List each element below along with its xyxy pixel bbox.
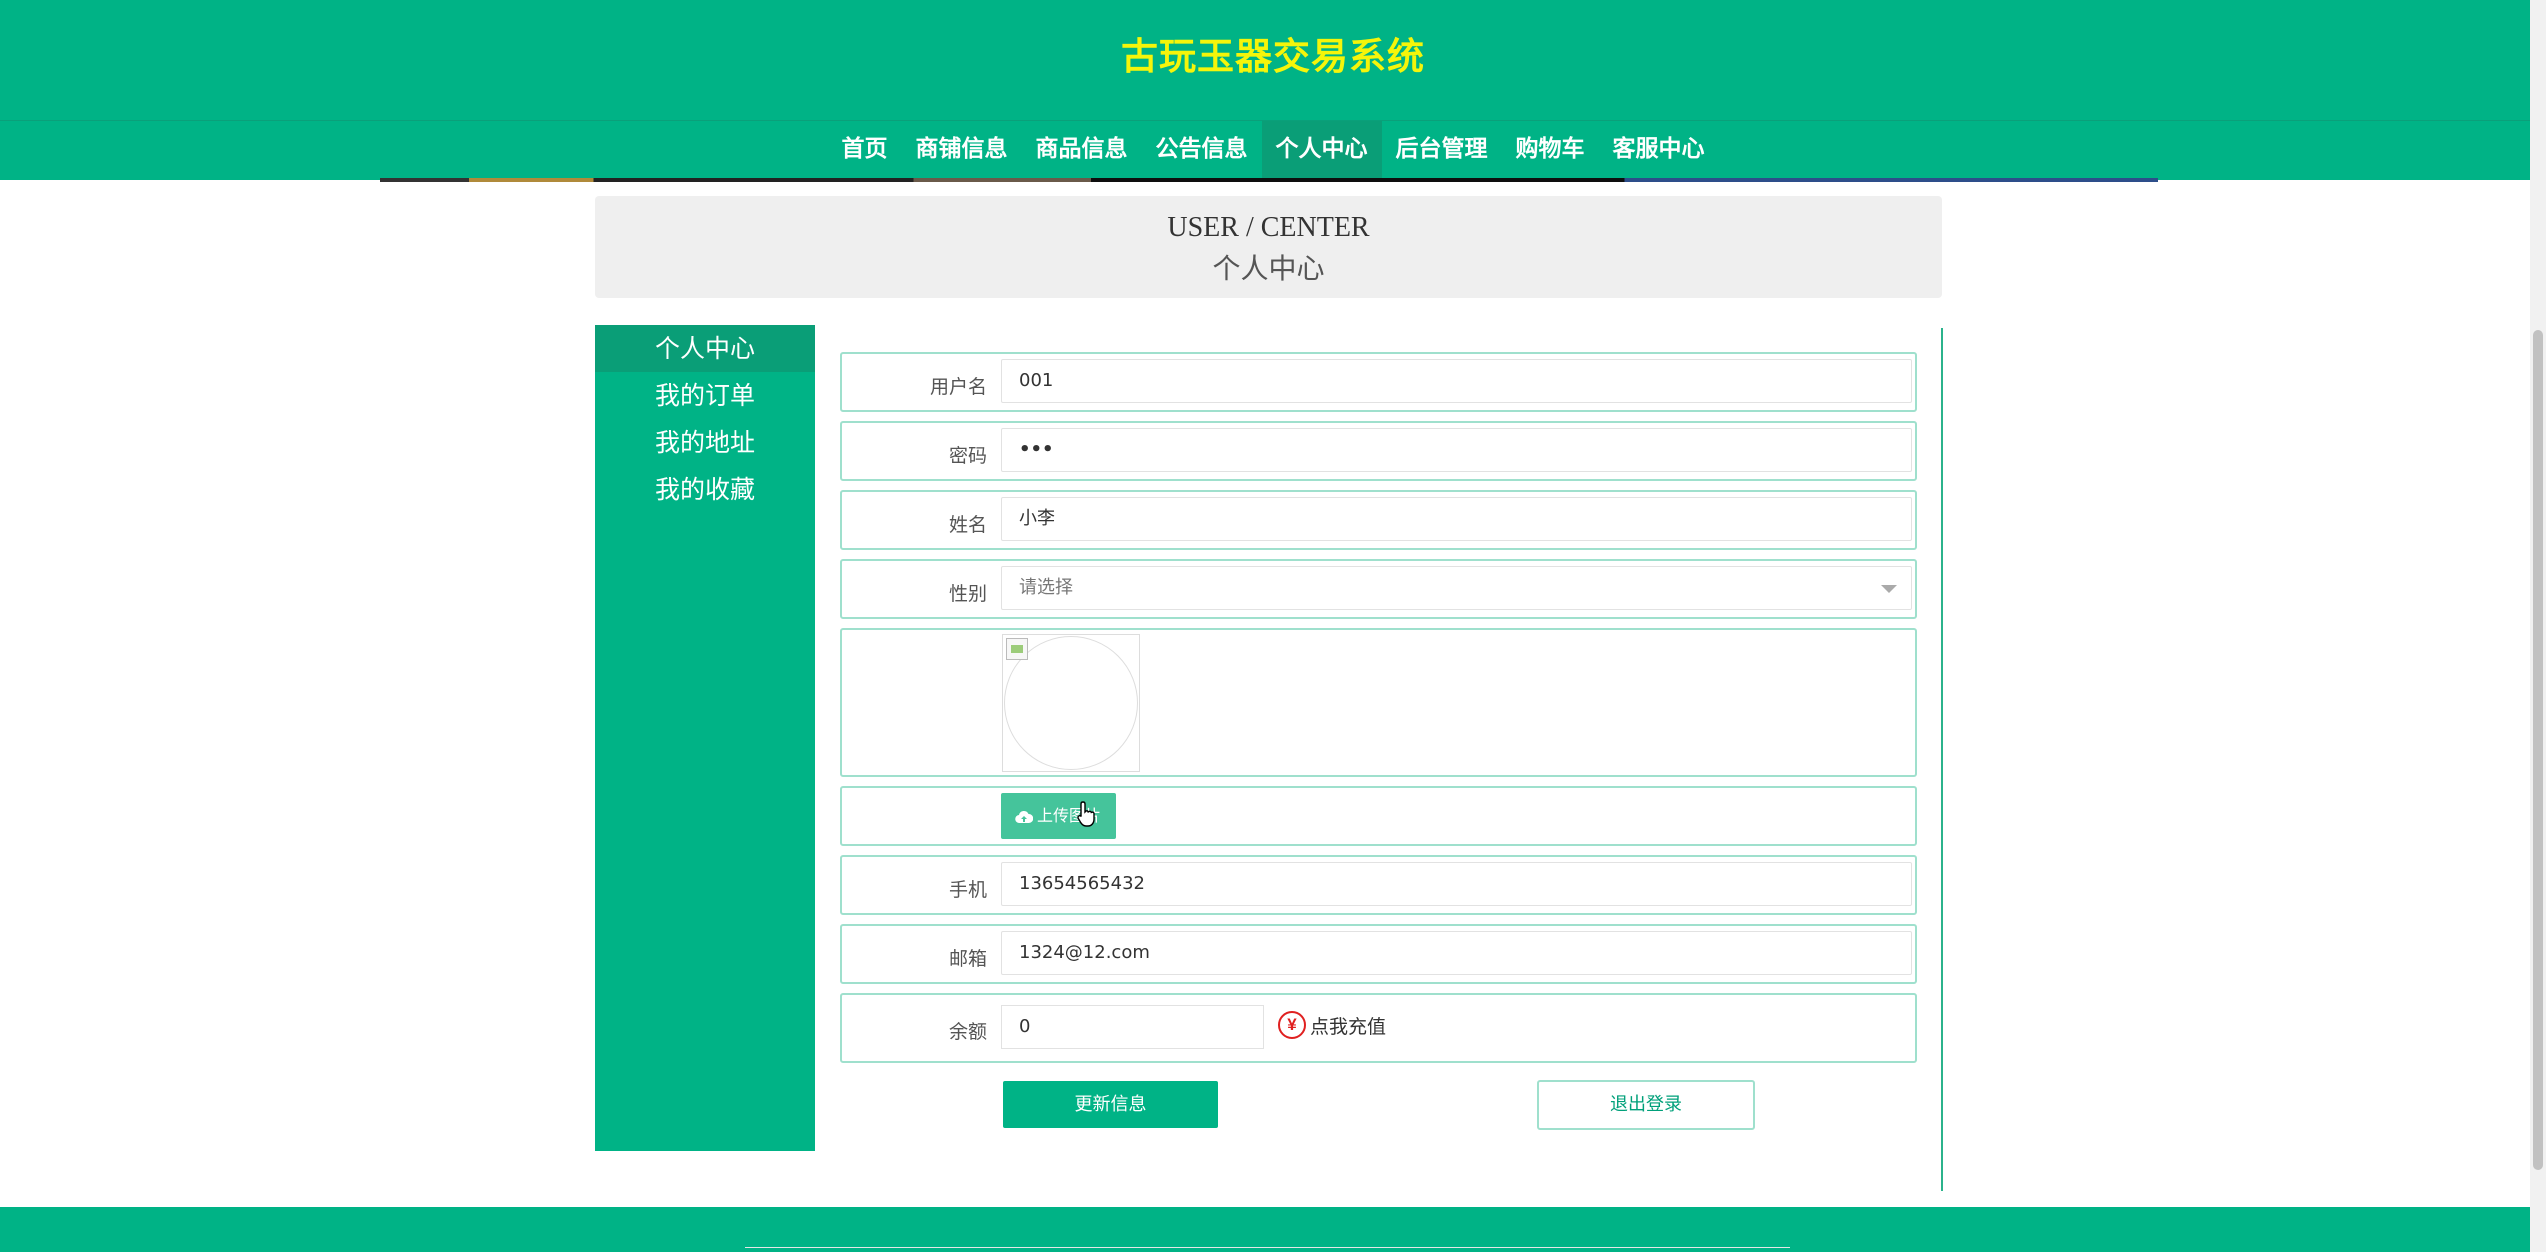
avatar-row: [840, 628, 1917, 777]
upload-image-button[interactable]: 上传图片: [1001, 793, 1116, 839]
gender-select-value: 请选择: [1019, 577, 1073, 598]
phone-label: 手机: [948, 879, 987, 901]
username-field[interactable]: 001: [1001, 359, 1912, 403]
scrollbar-thumb[interactable]: [2533, 330, 2543, 1170]
gender-row: 性别 请选择: [840, 559, 1917, 619]
avatar: [1002, 634, 1140, 772]
name-row: 姓名 小李: [840, 490, 1917, 550]
balance-field[interactable]: 0: [1001, 1005, 1264, 1049]
gender-label: 性别: [948, 583, 987, 605]
banner-edge: [380, 178, 2158, 182]
sidebar-item-user-center[interactable]: 个人中心: [595, 325, 815, 372]
name-label: 姓名: [948, 514, 987, 536]
email-label: 邮箱: [948, 948, 987, 970]
recharge-label: 点我充值: [1310, 1015, 1387, 1038]
phone-row: 手机 13654565432: [840, 855, 1917, 915]
nav-products[interactable]: 商品信息: [1022, 121, 1142, 178]
footer: [0, 1207, 2546, 1252]
username-label: 用户名: [929, 376, 987, 398]
sidebar-item-address[interactable]: 我的地址: [595, 419, 815, 466]
password-label: 密码: [948, 445, 987, 467]
header-bar: 古玩玉器交易系统 首页 商铺信息 商品信息 公告信息 个人中心 后台管理 购物车…: [0, 0, 2546, 180]
page-root: 古玩玉器交易系统 首页 商铺信息 商品信息 公告信息 个人中心 后台管理 购物车…: [0, 0, 2546, 1252]
upload-row: 上传图片: [840, 786, 1917, 846]
content-divider: [1941, 328, 1943, 1191]
sidebar-item-orders[interactable]: 我的订单: [595, 372, 815, 419]
update-info-button[interactable]: 更新信息: [1003, 1081, 1218, 1128]
password-field[interactable]: •••: [1001, 428, 1912, 472]
email-row: 邮箱 1324@12.com: [840, 924, 1917, 984]
hand-cursor-icon: [1077, 801, 1095, 827]
nav-cart[interactable]: 购物车: [1502, 121, 1599, 178]
balance-row: 余额 0 ¥ 点我充值: [840, 993, 1917, 1063]
profile-form: 用户名 001 密码 ••• 姓名 小李 性别 请选择 上传图片 手机 1365…: [840, 352, 1917, 1072]
recharge-link[interactable]: ¥ 点我充值: [1278, 1011, 1386, 1039]
sidebar: 个人中心 我的订单 我的地址 我的收藏: [595, 325, 815, 1151]
nav-notices[interactable]: 公告信息: [1142, 121, 1262, 178]
password-row: 密码 •••: [840, 421, 1917, 481]
nav-user-center[interactable]: 个人中心: [1261, 121, 1382, 178]
page-scrollbar[interactable]: [2530, 0, 2546, 1252]
name-field[interactable]: 小李: [1001, 497, 1912, 541]
page-title-en: USER / CENTER: [1167, 212, 1370, 243]
email-field[interactable]: 1324@12.com: [1001, 931, 1912, 975]
username-row: 用户名 001: [840, 352, 1917, 412]
nav-home[interactable]: 首页: [828, 121, 902, 178]
nav-service[interactable]: 客服中心: [1599, 121, 1719, 178]
nav-admin[interactable]: 后台管理: [1382, 121, 1502, 178]
gender-select[interactable]: 请选择: [1001, 566, 1912, 610]
cloud-upload-icon: [1015, 810, 1033, 823]
phone-field[interactable]: 13654565432: [1001, 862, 1912, 906]
main-nav: 首页 商铺信息 商品信息 公告信息 个人中心 后台管理 购物车 客服中心: [0, 121, 2546, 178]
site-title: 古玩玉器交易系统: [1121, 35, 1425, 78]
page-title-cn: 个人中心: [1212, 252, 1325, 285]
logout-button[interactable]: 退出登录: [1537, 1080, 1755, 1130]
footer-divider: [745, 1247, 1790, 1248]
balance-label: 余额: [948, 1021, 987, 1043]
sidebar-item-favorites[interactable]: 我的收藏: [595, 466, 815, 513]
page-title: USER / CENTER 个人中心: [595, 196, 1942, 298]
nav-shops[interactable]: 商铺信息: [902, 121, 1022, 178]
yen-icon: ¥: [1278, 1011, 1306, 1039]
chevron-down-icon: [1881, 585, 1897, 593]
broken-image-icon: [1006, 638, 1028, 660]
